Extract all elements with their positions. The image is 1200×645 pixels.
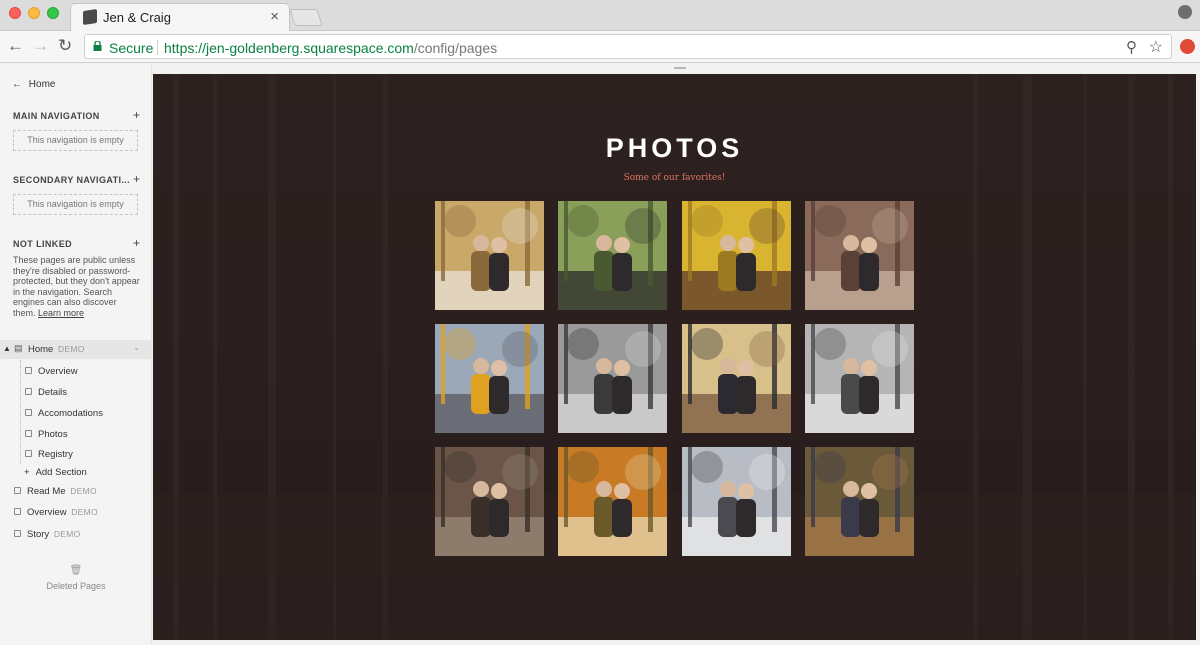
back-arrow-icon: ← <box>12 79 22 90</box>
sidebar-item-read-me[interactable]: Read Me DEMO <box>14 486 97 497</box>
gallery-photo-taxi-street[interactable] <box>435 324 544 433</box>
maximize-window-button[interactable] <box>47 7 59 19</box>
zoom-icon[interactable]: ⚲ <box>1126 38 1137 56</box>
learn-more-link[interactable]: Learn more <box>38 308 84 318</box>
gallery-photo-autumn-canopy[interactable] <box>558 447 667 556</box>
gallery-photo-brick-archway[interactable] <box>435 447 544 556</box>
subpage-label: Registry <box>38 449 73 460</box>
gallery-photo-bw-walking[interactable] <box>805 324 914 433</box>
add-section-label: Add Section <box>35 467 87 478</box>
page-title: PHOTOS <box>605 133 744 163</box>
url-text[interactable]: https://jen-goldenberg.squarespace.com/c… <box>164 40 497 56</box>
tab-close-icon[interactable]: × <box>270 8 279 25</box>
page-label: Overview <box>27 507 67 518</box>
page-icon <box>25 367 32 374</box>
squarespace-favicon-icon <box>83 9 97 25</box>
not-linked-title: NOT LINKED <box>13 239 72 249</box>
add-section-button[interactable]: + Add Section <box>24 467 87 478</box>
not-linked-description: These pages are public unless they're di… <box>13 255 141 318</box>
address-separator <box>157 40 158 55</box>
gallery-photo-brownstone-steps[interactable] <box>805 201 914 310</box>
gallery-photo-bw-street-couple[interactable] <box>558 324 667 433</box>
page-subtitle: Some of our favorites! <box>623 173 726 183</box>
subpage-label: Details <box>38 387 68 398</box>
url-path: /config/pages <box>413 40 498 56</box>
page-label: Story <box>27 529 50 540</box>
pages-sidebar: ← Home MAIN NAVIGATION + This navigation… <box>0 64 152 645</box>
home-back-link[interactable]: ← Home <box>12 79 55 90</box>
trash-icon: 🗑 <box>69 565 83 576</box>
gallery-photo-couple-sunlight[interactable] <box>682 324 791 433</box>
secondary-navigation-title: SECONDARY NAVIGATI... <box>13 175 131 185</box>
demo-badge: DEMO <box>71 507 98 517</box>
gallery-photo-couple-stone-wall[interactable] <box>805 447 914 556</box>
add-main-nav-button[interactable]: + <box>133 108 140 122</box>
browser-toolbar: ← → ↻ Secure https://jen-goldenberg.squa… <box>0 31 1200 63</box>
gallery-photo-couple-yellow-leaves[interactable] <box>682 201 791 310</box>
lock-icon <box>93 41 102 51</box>
gallery-photo-autumn-park-path[interactable] <box>435 201 544 310</box>
plus-icon: + <box>24 467 30 478</box>
page-icon <box>25 388 32 395</box>
deleted-pages-link[interactable]: Deleted Pages <box>0 581 152 591</box>
home-page-name: Home <box>28 344 54 355</box>
extension-icon[interactable] <box>1180 39 1195 54</box>
close-window-button[interactable] <box>9 7 21 19</box>
secondary-nav-empty-box: This navigation is empty <box>13 194 138 215</box>
subpage-label: Photos <box>38 429 68 440</box>
sidebar-item-photos[interactable]: Photos <box>25 429 68 440</box>
page-icon <box>25 430 32 437</box>
back-arrow-icon[interactable]: ← <box>7 36 24 56</box>
sidebar-item-home[interactable]: ▲ ▤ Home DEMO ⌄ <box>0 340 152 359</box>
add-not-linked-button[interactable]: + <box>133 236 140 250</box>
address-bar[interactable]: Secure https://jen-goldenberg.squarespac… <box>84 34 1172 59</box>
chevron-down-icon[interactable]: ⌄ <box>133 343 140 352</box>
page-icon <box>14 508 21 515</box>
demo-badge: DEMO <box>70 486 97 496</box>
page-icon <box>25 409 32 416</box>
home-icon: ▲ <box>3 344 11 353</box>
forward-arrow-icon[interactable]: → <box>32 36 49 56</box>
minimize-window-button[interactable] <box>28 7 40 19</box>
gallery-photo-couple-closeup-green[interactable] <box>558 201 667 310</box>
reload-icon[interactable]: ↻ <box>58 36 72 56</box>
sidebar-item-registry[interactable]: Registry <box>25 449 73 460</box>
page-icon <box>25 450 32 457</box>
sidebar-item-details[interactable]: Details <box>25 387 67 398</box>
page-icon <box>14 487 21 494</box>
tree-connector <box>20 360 21 464</box>
page-icon <box>14 530 21 537</box>
sidebar-item-overview[interactable]: Overview <box>25 366 78 377</box>
sidebar-item-overview-page[interactable]: Overview DEMO <box>14 507 98 518</box>
preview-drag-handle[interactable] <box>674 67 686 69</box>
home-page-label: Home DEMO <box>28 344 85 355</box>
url-host: https://jen-goldenberg.squarespace.com <box>164 40 414 56</box>
new-tab-button[interactable] <box>289 9 323 26</box>
browser-tab-bar: Jen & Craig × <box>0 0 1200 31</box>
demo-badge: DEMO <box>57 344 85 354</box>
gallery-photo-winter-park-walk[interactable] <box>682 447 791 556</box>
main-navigation-title: MAIN NAVIGATION <box>13 111 100 121</box>
profile-icon[interactable] <box>1178 5 1192 19</box>
home-link-label: Home <box>28 79 56 90</box>
main-nav-empty-box: This navigation is empty <box>13 130 138 151</box>
secure-label: Secure <box>109 40 154 56</box>
browser-tab[interactable]: Jen & Craig × <box>70 3 290 31</box>
add-secondary-nav-button[interactable]: + <box>133 172 140 186</box>
tab-title: Jen & Craig <box>103 10 171 25</box>
star-icon[interactable]: ☆ <box>1149 37 1163 57</box>
demo-badge: DEMO <box>53 529 81 539</box>
index-icon: ▤ <box>14 343 23 353</box>
site-preview: PHOTOS Some of our favorites! <box>153 74 1196 640</box>
sidebar-item-accomodations[interactable]: Accomodations <box>25 408 103 419</box>
sidebar-item-story[interactable]: Story DEMO <box>14 529 81 540</box>
subpage-label: Accomodations <box>38 408 103 419</box>
subpage-label: Overview <box>38 366 78 377</box>
page-label: Read Me <box>27 486 66 497</box>
